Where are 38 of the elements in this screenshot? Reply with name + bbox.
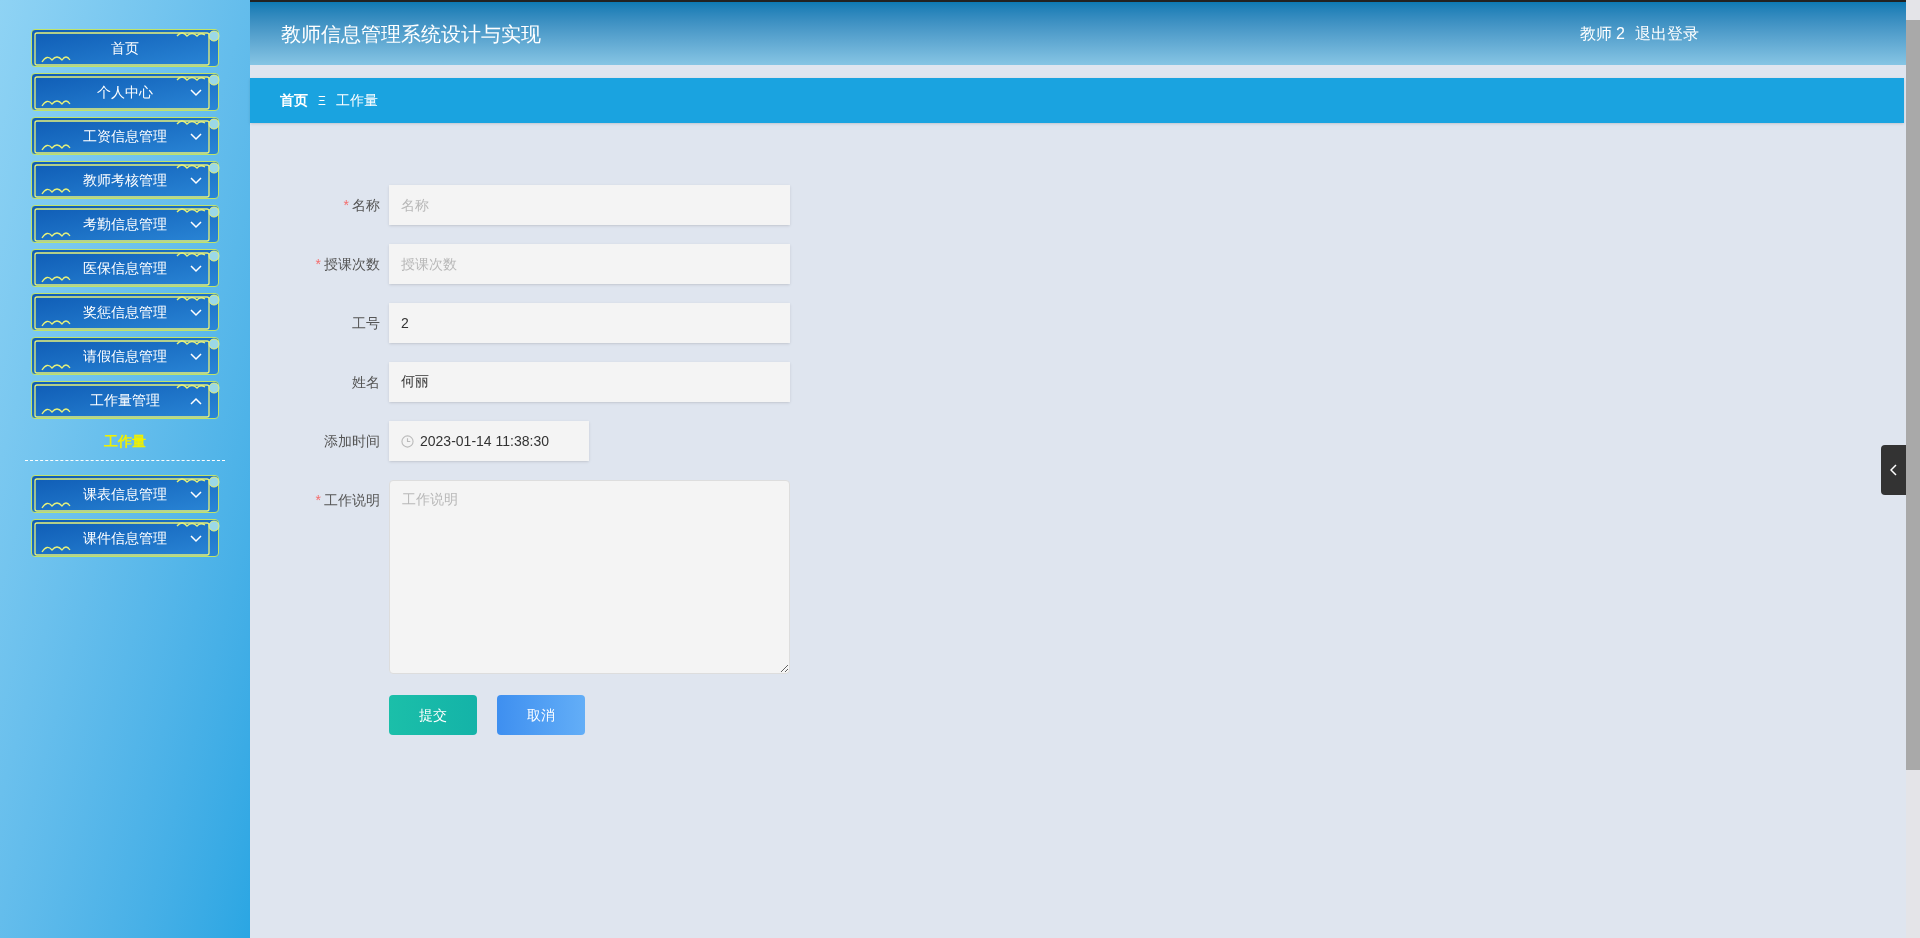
input-field[interactable]: 何丽 [389,362,790,402]
menu-item[interactable]: 医保信息管理 [31,249,219,287]
menu-item[interactable]: 请假信息管理 [31,337,219,375]
breadcrumb-link[interactable]: 首页 [280,90,308,111]
user-name: 教师 2 [1579,23,1625,44]
text-area[interactable]: 工作说明 [389,480,790,674]
cancel-button[interactable]: 取消 [497,695,585,735]
input-field[interactable]: 授课次数 [389,244,790,284]
field-label: 姓名 [352,372,380,392]
chevron-left-icon [1889,464,1898,476]
collapse-tab[interactable] [1881,445,1906,495]
menu-item[interactable]: 工资信息管理 [31,117,219,155]
menu-item[interactable]: 考勤信息管理 [31,205,219,243]
app-title: 教师信息管理系统设计与实现 [281,21,541,47]
field-label: 工作说明 [324,490,380,510]
menu-item[interactable]: 课件信息管理 [31,519,219,557]
breadcrumb-link[interactable]: 工作量 [335,90,378,111]
field-label: 名称 [352,195,380,215]
logout-link[interactable]: 退出登录 [1635,21,1699,46]
date-field[interactable]: 2023-01-14 11:38:30 [389,421,589,461]
required-mark: * [315,490,321,510]
field-label: 工号 [352,313,380,333]
menu-item[interactable]: 工作量管理 [31,381,219,419]
input-field[interactable]: 2 [389,303,790,343]
separator-icon: Ξ [316,91,328,110]
required-mark: * [343,195,349,215]
field-label: 授课次数 [324,254,380,274]
clock-icon [401,434,414,448]
scrollbar[interactable] [1906,0,1920,938]
menu-item[interactable]: 首页 [31,29,219,67]
menu-item[interactable]: 教师考核管理 [31,161,219,199]
field-label: 添加时间 [324,431,380,451]
menu-item[interactable]: 个人中心 [31,73,219,111]
input-field[interactable]: 名称 [389,185,790,225]
menu-item[interactable]: 奖惩信息管理 [31,293,219,331]
required-mark: * [315,254,321,274]
menu-item[interactable]: 课表信息管理 [31,475,219,513]
scrollbar-thumb[interactable] [1906,20,1920,770]
